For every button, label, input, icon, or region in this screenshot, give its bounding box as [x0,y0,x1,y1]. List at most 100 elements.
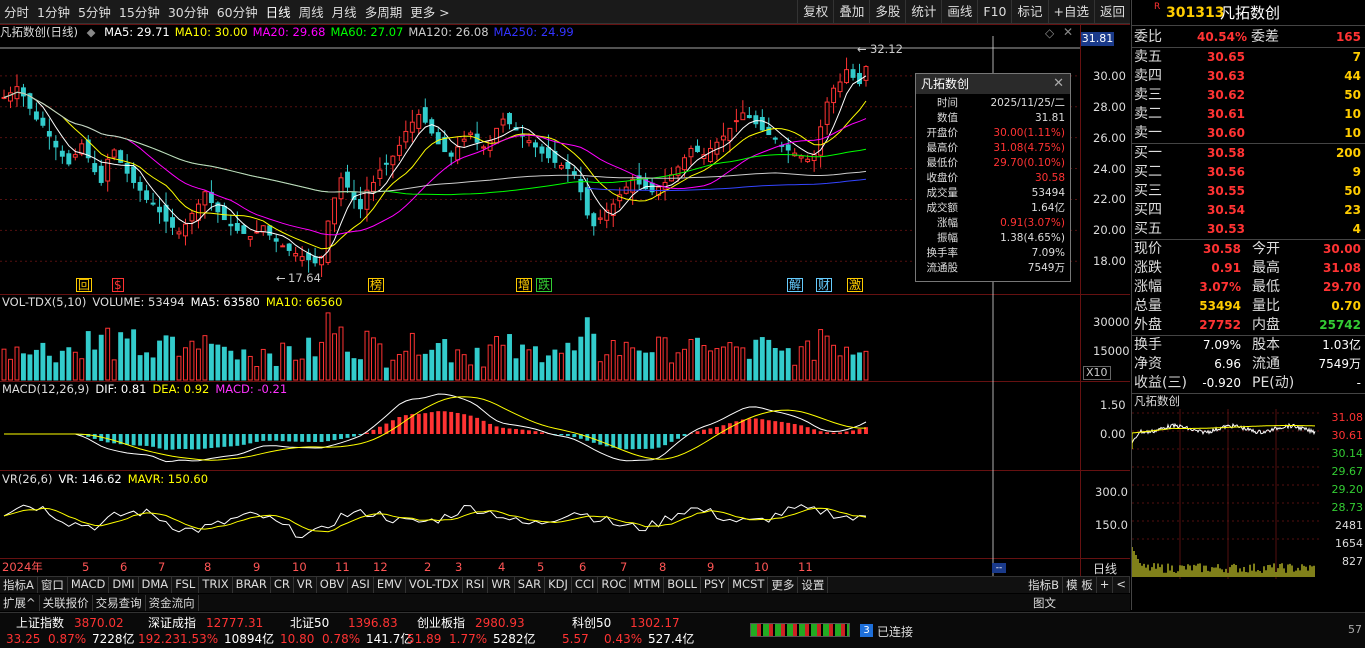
indicator-tab[interactable]: WR [488,577,515,593]
event-marker[interactable]: 财 [816,278,833,292]
candle [20,83,26,107]
volume-bar [254,366,260,381]
indicator-tab[interactable]: 窗口 [38,577,68,593]
toolbar-action-4[interactable]: 画线 [941,0,977,24]
sub-tab-bar: 扩展^ 关联报价 交易查询 资金流向 图文 [0,594,1130,611]
volume-bar [740,347,746,381]
indicator-tab[interactable]: 指标A [0,577,38,593]
indicator-tab[interactable]: BOLL [664,577,701,593]
time-axis-label: 2024年 [2,560,43,574]
toolbar-action-0[interactable]: 复权 [797,0,833,24]
toolbar-action-8[interactable]: 返回 [1093,0,1130,24]
period-tab-6[interactable]: 日线 [262,2,295,21]
indicator-tab[interactable]: SAR [515,577,546,593]
indicator-tab[interactable]: BRAR [233,577,271,593]
volume-bar [351,358,357,381]
indicator-tab[interactable]: PSY [701,577,730,593]
period-tab-8[interactable]: 月线 [328,2,361,21]
event-marker[interactable]: 回 [76,278,93,292]
event-marker[interactable]: 激 [847,278,864,292]
toolbar-action-3[interactable]: 统计 [905,0,941,24]
indicator-tab[interactable]: KDJ [545,577,572,593]
toolbar-action-6[interactable]: 标记 [1011,0,1047,24]
tooltip-row: 收盘价 30.58 [916,171,1070,186]
candle [539,143,545,162]
period-tab-0[interactable]: 分时 [0,2,33,21]
indicator-tab[interactable]: MACD [68,577,110,593]
indicator-tab[interactable]: OBV [317,577,349,593]
stat-label: 收益(三) [1134,375,1187,391]
indicator-tab-right[interactable]: 指标B [1025,577,1064,593]
intraday-mini-chart[interactable]: 31.08 30.61 30.14 29.67 29.20 28.73 2481 1654 82… [1132,409,1365,589]
indicator-tab[interactable]: CCI [572,577,599,593]
sub-tab[interactable]: 交易查询 [93,594,146,611]
price-axis-label: 22.00 [1093,192,1126,207]
toolbar-action-5[interactable]: F10 [977,0,1011,24]
event-marker[interactable]: 跌 [536,278,553,292]
index-name: 北证50 [290,616,330,630]
event-marker[interactable]: $ [112,278,124,292]
order-book-row: 买二 30.56 9 [1132,163,1365,182]
indicator-tab-right[interactable]: + [1097,577,1114,593]
indicator-tab[interactable]: MTM [630,577,665,593]
indicator-tab[interactable]: CR [271,577,294,593]
period-tab-10[interactable]: 更多 > [406,2,453,21]
indicator-tab[interactable]: TRIX [199,577,233,593]
sub-tab[interactable]: 资金流向 [146,594,199,611]
time-axis-label: 12 [373,560,388,574]
volume-bar [552,349,558,381]
tooltip-close-icon[interactable]: ✕ [1053,74,1064,94]
indicator-value: MACD: -0.21 [215,382,288,396]
candle [98,159,104,186]
candle [338,172,344,207]
volume-bar [260,348,266,381]
period-tab-4[interactable]: 30分钟 [164,2,213,21]
indicator-tab[interactable]: 设置 [798,577,829,593]
candle [720,122,726,153]
period-tab-9[interactable]: 多周期 [361,2,407,21]
toolbar-action-7[interactable]: +自选 [1047,0,1094,24]
indicator-tab[interactable]: DMI [109,577,139,593]
volume-bar [319,341,325,381]
event-marker[interactable]: 增 [516,278,533,292]
volume-bar [688,338,694,381]
period-tab-3[interactable]: 15分钟 [115,2,164,21]
indicator-tab[interactable]: VR [294,577,317,593]
period-tab-2[interactable]: 5分钟 [74,2,115,21]
indicator-tab[interactable]: ASI [348,577,374,593]
indicator-tab[interactable]: ROC [598,577,631,593]
indicator-tab-right[interactable]: < [1113,577,1130,593]
indicator-tab[interactable]: EMV [374,577,406,593]
time-axis-label: 2 [424,560,432,574]
volume-bar [753,339,759,381]
volume-bar [20,353,26,381]
event-marker[interactable]: 榜 [368,278,385,292]
indicator-tab[interactable]: RSI [463,577,489,593]
stat-value: 1.03亿 [1322,338,1361,352]
indicator-tab[interactable]: VOL-TDX [406,577,463,593]
order-price: 30.63 [1207,69,1245,83]
indicator-tab[interactable]: 更多 [768,577,799,593]
vol-header: VOL-TDX(5,10) VOLUME: 53494 MA5: 63580 MA10… [2,295,348,309]
volume-bar [8,358,13,381]
indicator-tab[interactable]: MCST [729,577,769,593]
connection-status[interactable]: 已连接 [877,623,913,640]
bottom-period-label[interactable]: 日线 [1093,560,1117,577]
period-tab-7[interactable]: 周线 [295,2,328,21]
indicator-tab[interactable]: DMA [139,577,173,593]
candle [507,112,512,130]
toolbar-action-1[interactable]: 叠加 [833,0,869,24]
toolbar-action-2[interactable]: 多股 [869,0,905,24]
tooltip-value: 2025/11/25/二 [990,97,1065,109]
event-marker[interactable]: 解 [787,278,804,292]
period-tab-5[interactable]: 60分钟 [213,2,262,21]
candle [850,63,856,81]
period-tab-1[interactable]: 1分钟 [33,2,74,21]
sub-tab[interactable]: 关联报价 [40,594,93,611]
tab-chart-text[interactable]: 图文 [1030,595,1059,611]
quote-row: 总量 53494 量比 0.70 [1132,297,1365,316]
indicator-tab[interactable]: FSL [172,577,200,593]
indicator-tab-right[interactable]: 模 板 [1063,577,1097,593]
sub-tab[interactable]: 扩展^ [0,594,40,611]
mini-axis-label: 31.08 [1332,411,1364,424]
